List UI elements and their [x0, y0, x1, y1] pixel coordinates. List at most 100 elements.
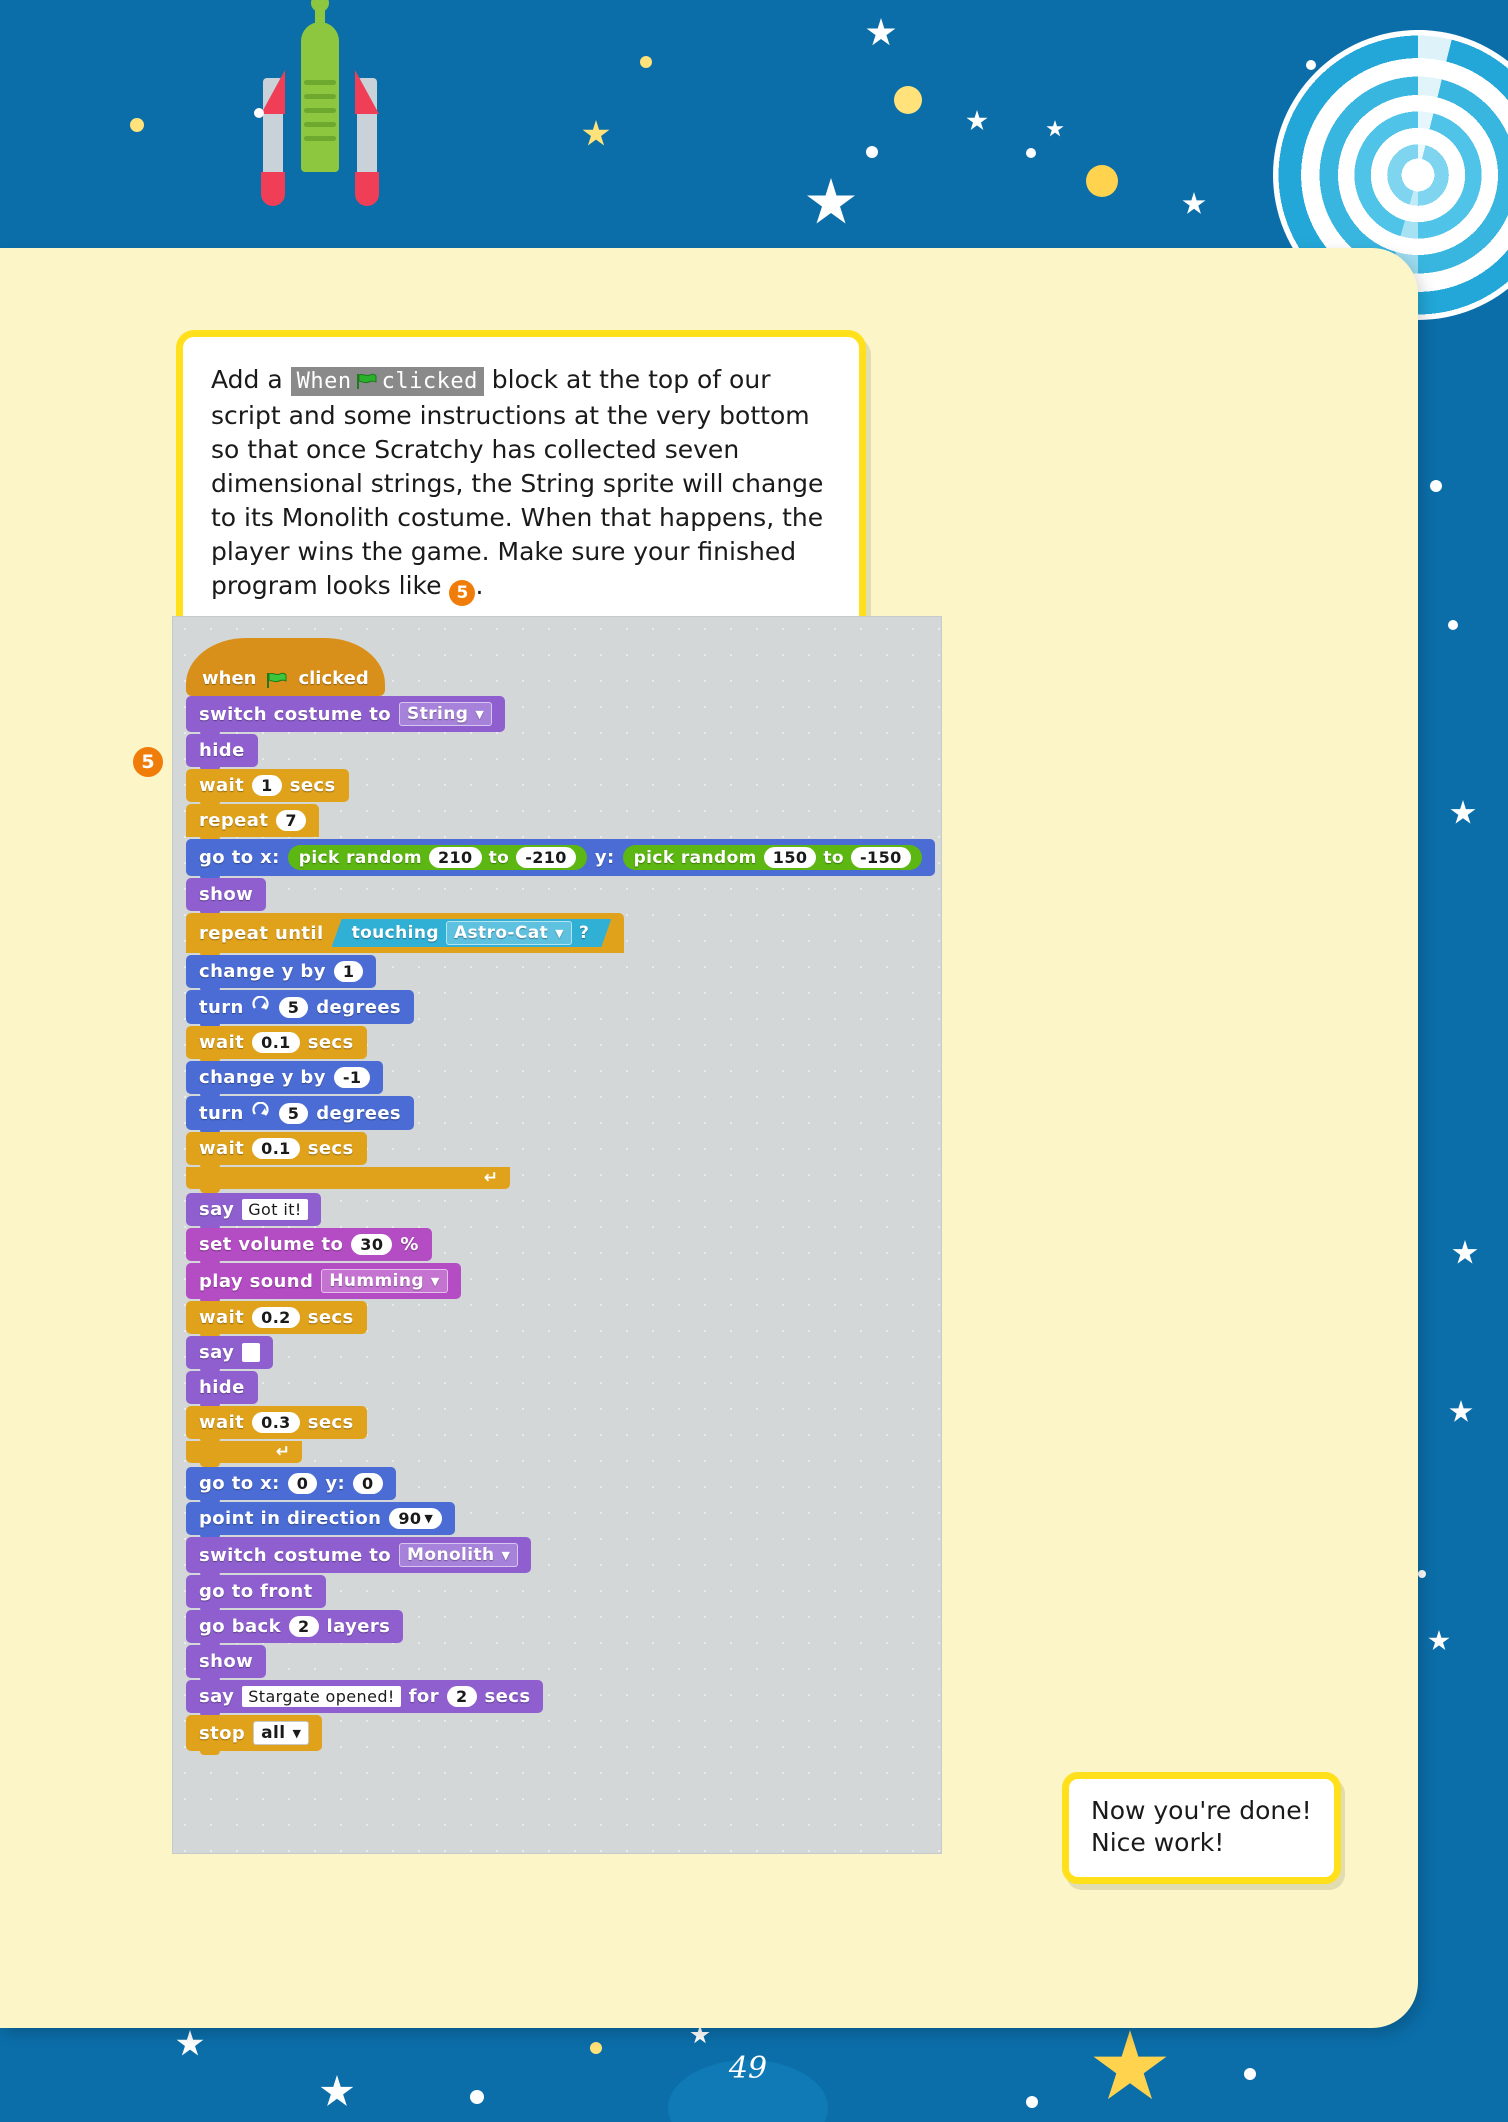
wait-value-input[interactable]: 0.3 [252, 1412, 300, 1433]
block-wait-02[interactable]: wait 0.2 secs [186, 1301, 367, 1338]
block-hide-1[interactable]: hide [186, 734, 258, 771]
loop-arrow-icon: ↵ [275, 1442, 290, 1462]
layers-input[interactable]: 2 [289, 1616, 319, 1637]
block-change-y-by-1[interactable]: change y by 1 [186, 955, 377, 992]
pick-random-x[interactable]: pick random 210 to -210 [287, 845, 587, 870]
block-label-post: layers [326, 1616, 391, 1637]
block-turn-right-5-a[interactable]: turn 5 degrees [186, 990, 415, 1028]
change-y-input[interactable]: -1 [333, 1067, 371, 1088]
block-say-stargate-for-2-secs[interactable]: say Stargate opened! for 2 secs [186, 1680, 544, 1717]
code-when-label: When [296, 369, 352, 394]
block-label: hide [199, 740, 245, 761]
done-line-2: Nice work! [1091, 1828, 1225, 1857]
dropdown-value: all [261, 1723, 286, 1743]
repeat-count-input[interactable]: 7 [276, 810, 306, 831]
go-to-x-label: go to x: [199, 847, 280, 868]
block-wait-01-a[interactable]: wait 0.1 secs [186, 1026, 367, 1063]
block-turn-right-5-b[interactable]: turn 5 degrees [186, 1096, 415, 1134]
block-switch-costume-monolith[interactable]: switch costume to Monolith ▼ [186, 1537, 532, 1577]
block-go-to-x0-y0[interactable]: go to x: 0 y: 0 [186, 1467, 396, 1504]
block-label: repeat until [199, 922, 324, 944]
pick-random-to[interactable]: -210 [516, 847, 576, 868]
block-label-pre: wait [199, 1412, 245, 1433]
done-line-1: Now you're done! [1091, 1796, 1312, 1825]
stop-scope-dropdown[interactable]: all ▼ [253, 1721, 310, 1745]
say-text-input[interactable] [242, 1343, 261, 1362]
go-to-x-input[interactable]: 0 [287, 1473, 318, 1494]
sound-dropdown[interactable]: Humming ▼ [321, 1269, 448, 1293]
star-decoration [1182, 192, 1206, 214]
turn-degrees-input[interactable]: 5 [278, 1102, 309, 1124]
block-show-2[interactable]: show [186, 1645, 267, 1682]
turn-clockwise-icon [252, 1101, 271, 1124]
costume-dropdown[interactable]: Monolith ▼ [399, 1543, 519, 1567]
touching-target-dropdown[interactable]: Astro-Cat ▼ [446, 921, 572, 945]
direction-dropdown[interactable]: 90 ▼ [389, 1508, 443, 1529]
go-to-y-input[interactable]: 0 [353, 1473, 383, 1494]
touching-condition[interactable]: touching Astro-Cat ▼ ? [332, 919, 612, 947]
block-show-1[interactable]: show [186, 878, 267, 915]
block-go-back-layers[interactable]: go back 2 layers [186, 1610, 404, 1647]
pick-random-from[interactable]: 210 [428, 847, 482, 868]
block-label-post: degrees [316, 996, 402, 1018]
block-label-post: % [400, 1234, 419, 1255]
block-when-flag-clicked[interactable]: when clicked [186, 638, 385, 700]
volume-input[interactable]: 30 [351, 1234, 393, 1255]
wait-value-input[interactable]: 0.1 [252, 1138, 300, 1159]
wait-value-input[interactable]: 0.2 [252, 1307, 300, 1328]
star-decoration [1046, 120, 1064, 137]
costume-dropdown[interactable]: String ▼ [399, 702, 493, 726]
code-chip-when-flag-clicked: When clicked [290, 367, 484, 396]
say-text-input[interactable]: Stargate opened! [242, 1686, 401, 1707]
dot-decoration [894, 86, 922, 114]
chevron-down-icon: ▼ [501, 1548, 511, 1562]
block-label: say [199, 1342, 235, 1363]
block-set-volume[interactable]: set volume to 30 % [186, 1228, 432, 1265]
instruction-text: Add a When clicked block at the top of ou… [211, 363, 831, 606]
block-play-sound[interactable]: play sound Humming ▼ [186, 1263, 461, 1303]
dot-decoration [1418, 1570, 1426, 1578]
star-decoration [966, 110, 988, 131]
say-secs-input[interactable]: 2 [446, 1686, 477, 1707]
block-label: show [199, 1651, 254, 1672]
dropdown-value: 90 [398, 1509, 422, 1528]
scratch-script-canvas[interactable]: when clicked switch costume to String ▼ … [172, 616, 942, 1854]
pick-random-to[interactable]: -150 [851, 847, 911, 868]
wait-value-input[interactable]: 0.1 [252, 1032, 300, 1053]
dot-decoration [1448, 620, 1458, 630]
block-go-to-front[interactable]: go to front [186, 1575, 326, 1612]
block-say-blank[interactable]: say [186, 1336, 274, 1373]
block-change-y-by-neg1[interactable]: change y by -1 [186, 1061, 384, 1098]
block-repeat-until-touching[interactable]: repeat until touching Astro-Cat ▼ ? chan… [186, 913, 935, 1193]
pick-random-y[interactable]: pick random 150 to -150 [622, 845, 922, 870]
instruction-after: block at the top of our script and some … [211, 365, 824, 600]
turn-degrees-input[interactable]: 5 [278, 996, 309, 1018]
when-label: when [202, 668, 257, 689]
block-wait-01-b[interactable]: wait 0.1 secs [186, 1132, 367, 1169]
block-go-to-random-xy[interactable]: go to x: pick random 210 to -210 y: pick… [186, 839, 935, 880]
block-say-got-it[interactable]: say Got it! [186, 1193, 321, 1230]
star-decoration [690, 2025, 710, 2044]
block-label-pre: wait [199, 775, 245, 796]
pick-random-from[interactable]: 150 [763, 847, 817, 868]
repeat-header[interactable]: repeat 7 [186, 804, 319, 841]
block-repeat-7[interactable]: repeat 7 go to x: pick random 210 to -21… [186, 804, 942, 1467]
turn-clockwise-icon [252, 995, 271, 1018]
block-hide-2[interactable]: hide [186, 1371, 258, 1408]
block-point-in-direction[interactable]: point in direction 90 ▼ [186, 1502, 456, 1539]
wait-value-input[interactable]: 1 [252, 775, 282, 796]
say-text-input[interactable]: Got it! [242, 1199, 308, 1220]
change-y-input[interactable]: 1 [333, 961, 364, 982]
block-stop-all[interactable]: stop all ▼ [186, 1715, 323, 1755]
repeat-until-header[interactable]: repeat until touching Astro-Cat ▼ ? [186, 913, 625, 957]
block-label-pre: change y by [199, 961, 326, 982]
block-switch-costume-string[interactable]: switch costume to String ▼ [186, 696, 506, 736]
block-label: repeat [199, 810, 269, 831]
dot-decoration [866, 146, 878, 158]
block-wait-03[interactable]: wait 0.3 secs [186, 1406, 367, 1443]
chevron-down-icon: ▼ [292, 1726, 302, 1740]
block-label-pre: set volume to [199, 1234, 344, 1255]
block-label-post: secs [289, 775, 336, 796]
page-number: 49 [728, 2051, 768, 2086]
block-wait-1-secs[interactable]: wait 1 secs [186, 769, 349, 806]
